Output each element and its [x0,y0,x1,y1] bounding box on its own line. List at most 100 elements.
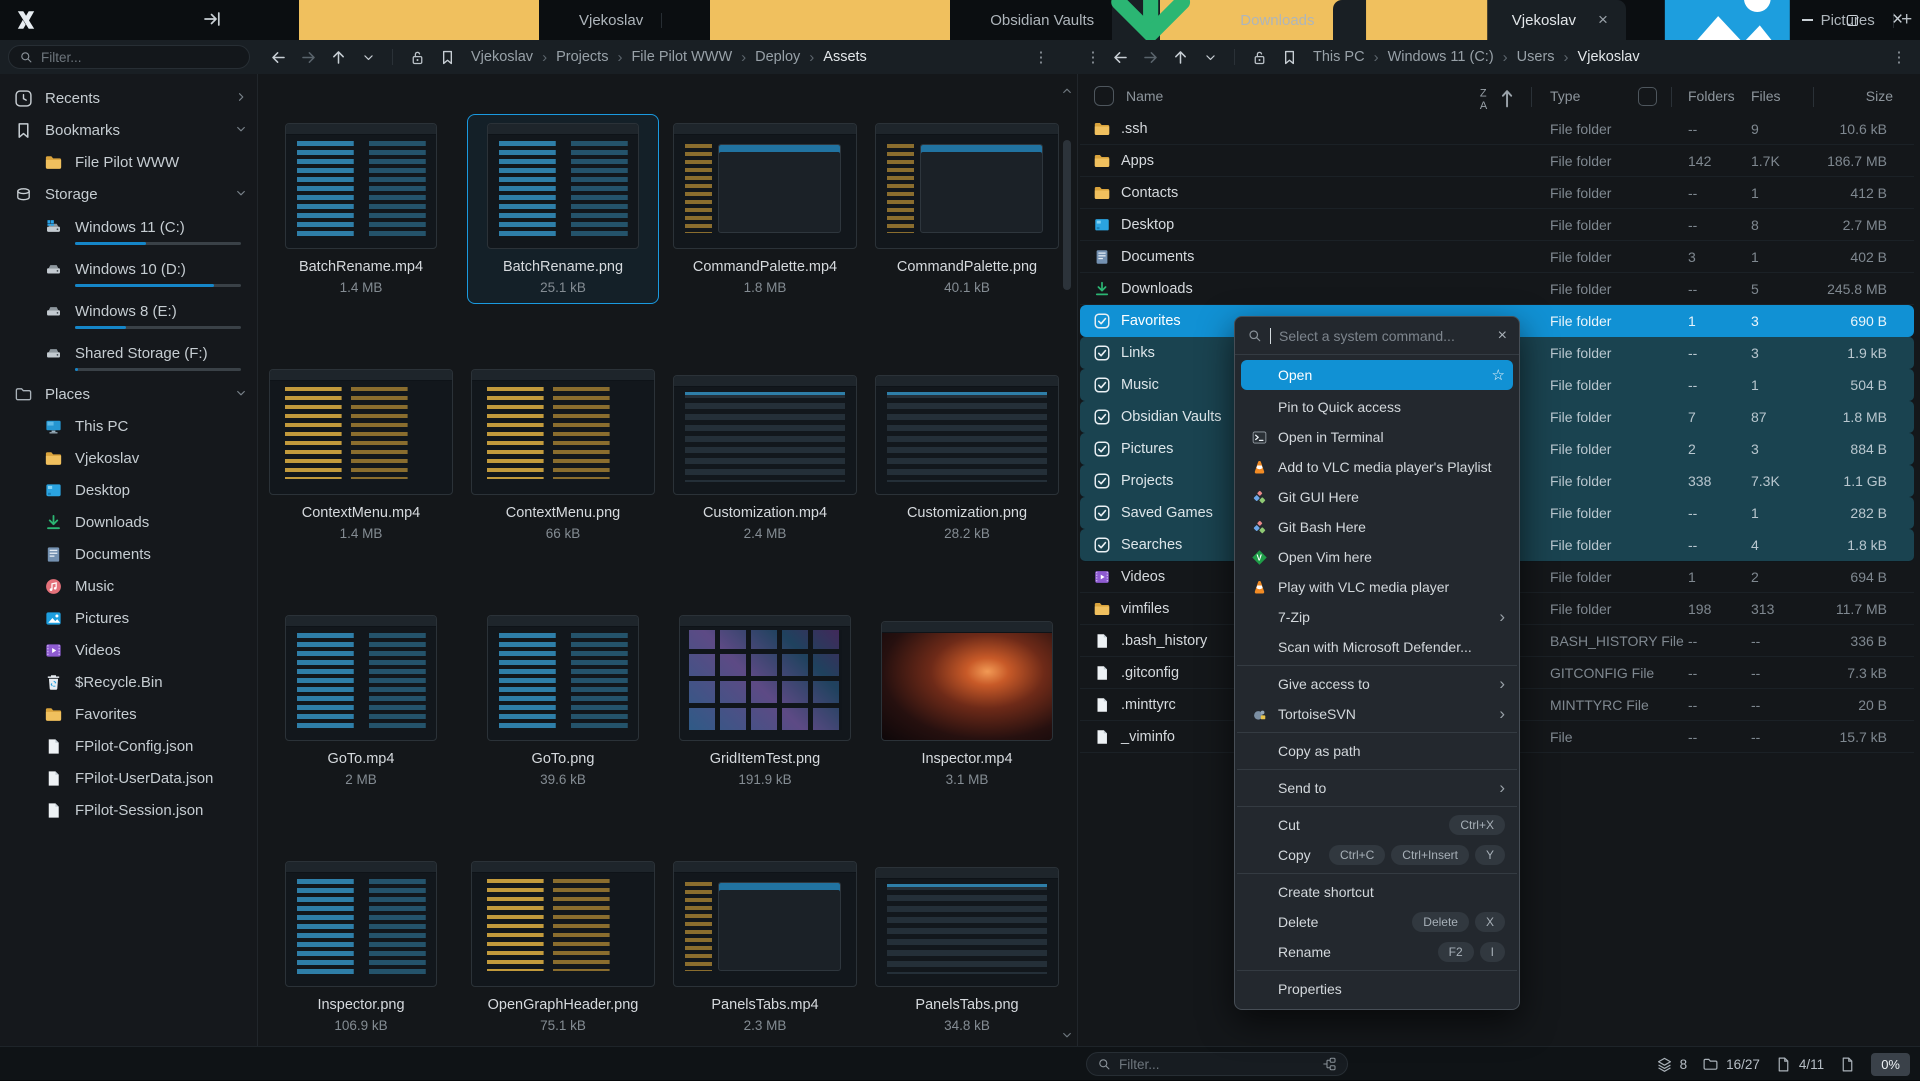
minimize-button[interactable] [1785,0,1830,40]
grid-item-customization-mp4[interactable]: Customization.mp42.4 MB [669,360,861,550]
menu-item-7-zip[interactable]: 7-Zip› [1241,602,1513,632]
close-tab-icon[interactable]: × [1586,10,1608,30]
star-icon[interactable]: ☆ [1492,366,1505,384]
sidebar-item-pictures[interactable]: Pictures [0,602,257,634]
breadcrumb-segment-windows-11-c[interactable]: Windows 11 (C:) [1388,49,1494,65]
chevron-down-icon[interactable] [235,386,247,403]
column-header-name[interactable]: Name [1126,88,1163,104]
sidebar-item-this-pc[interactable]: This PC [0,410,257,442]
menu-item-pin-to-quick-access[interactable]: Pin to Quick access [1241,392,1513,422]
sidebar-item-recycle-bin[interactable]: $Recycle.Bin [0,666,257,698]
grid-item-inspector-mp4[interactable]: Inspector.mp43.1 MB [871,606,1063,796]
maximize-button[interactable] [1830,0,1875,40]
forward-button[interactable] [1136,44,1164,70]
menu-item-copy-as-path[interactable]: Copy as path [1241,736,1513,766]
sidebar-item-shared-storage-f[interactable]: Shared Storage (F:) [0,336,257,378]
sidebar-item-file-pilot-www[interactable]: File Pilot WWW [0,146,257,178]
sidebar-item-bookmarks[interactable]: Bookmarks [0,114,257,146]
pane-menu-icon[interactable]: ⋮ [1030,48,1052,66]
grid-item-griditemtest-png[interactable]: GridItemTest.png191.9 kB [669,606,861,796]
menu-item-create-shortcut[interactable]: Create shortcut [1241,877,1513,907]
table-row-apps[interactable]: AppsFile folder1421.7K186.7 MB [1080,145,1914,177]
back-button[interactable] [1106,44,1134,70]
menu-item-open-in-terminal[interactable]: Open in Terminal [1241,422,1513,452]
sidebar-item-windows-8-e[interactable]: Windows 8 (E:) [0,294,257,336]
middle-scrollbar[interactable] [1058,74,1076,1046]
grid-item-batchrename-mp4[interactable]: BatchRename.mp41.4 MB [265,114,457,304]
menu-item-git-gui-here[interactable]: Git GUI Here [1241,482,1513,512]
sort-order-icon[interactable]: ZA [1476,85,1520,109]
sidebar-item-windows-11-c[interactable]: Windows 11 (C:) [0,210,257,252]
bookmark-icon[interactable] [1275,44,1303,70]
tab-vjekoslav[interactable]: Vjekoslav [251,0,661,40]
lock-icon[interactable] [403,44,431,70]
menu-item-properties[interactable]: Properties [1241,974,1513,1004]
sidebar-item-favorites[interactable]: Favorites [0,698,257,730]
grid-item-contextmenu-mp4[interactable]: ContextMenu.mp41.4 MB [265,360,457,550]
grid-item-customization-png[interactable]: Customization.png28.2 kB [871,360,1063,550]
grid-item-goto-png[interactable]: GoTo.png39.6 kB [467,606,659,796]
column-header-files[interactable]: Files [1751,88,1781,104]
breadcrumb-segment-assets[interactable]: Assets [823,49,867,65]
column-header-type[interactable]: Type [1550,88,1580,104]
breadcrumb-segment-projects[interactable]: Projects [556,49,608,65]
grid-item-commandpalette-png[interactable]: CommandPalette.png40.1 kB [871,114,1063,304]
menu-item-play-with-vlc-media-player[interactable]: Play with VLC media player [1241,572,1513,602]
menu-item-scan-with-microsoft-defender[interactable]: Scan with Microsoft Defender... [1241,632,1513,662]
sidebar-item-places[interactable]: Places [0,378,257,410]
pane-menu-icon[interactable]: ⋮ [1082,48,1104,66]
grid-item-inspector-png[interactable]: Inspector.png106.9 kB [265,852,457,1042]
chevron-right-icon[interactable] [235,90,247,107]
select-all-checkbox[interactable] [1094,86,1114,106]
table-row-downloads[interactable]: DownloadsFile folder--5245.8 MB [1080,273,1914,305]
type-filter-checkbox[interactable] [1638,87,1657,106]
menu-item-copy[interactable]: CopyCtrl+CCtrl+InsertY [1241,840,1513,870]
menu-item-give-access-to[interactable]: Give access to› [1241,669,1513,699]
list-filter-input[interactable]: Filter... [1086,1052,1348,1076]
sidebar-item-storage[interactable]: Storage [0,178,257,210]
table-row-ssh[interactable]: .sshFile folder--910.6 kB [1080,113,1914,145]
scroll-down-icon[interactable] [1061,1028,1073,1040]
breadcrumb-segment-users[interactable]: Users [1517,49,1555,65]
table-row-documents[interactable]: DocumentsFile folder31402 B [1080,241,1914,273]
tab-downloads[interactable]: Downloads [1053,0,1333,40]
grid-item-goto-mp4[interactable]: GoTo.mp42 MB [265,606,457,796]
lock-icon[interactable] [1245,44,1273,70]
scroll-up-icon[interactable] [1061,84,1073,96]
chevron-down-icon[interactable] [235,122,247,139]
sidebar-item-windows-10-d[interactable]: Windows 10 (D:) [0,252,257,294]
grid-item-contextmenu-png[interactable]: ContextMenu.png66 kB [467,360,659,550]
breadcrumb-segment-deploy[interactable]: Deploy [755,49,800,65]
sidebar-item-recents[interactable]: Recents [0,82,257,114]
sidebar-item-vjekoslav[interactable]: Vjekoslav [0,442,257,474]
column-header-folders[interactable]: Folders [1688,88,1735,104]
table-row-desktop[interactable]: DesktopFile folder--82.7 MB [1080,209,1914,241]
grid-item-panelstabs-mp4[interactable]: PanelsTabs.mp42.3 MB [669,852,861,1042]
grid-item-batchrename-png[interactable]: BatchRename.png25.1 kB [467,114,659,304]
sidebar-collapse-icon[interactable] [202,9,228,31]
bookmark-icon[interactable] [433,44,461,70]
command-search-input[interactable]: Select a system command... × [1235,317,1519,355]
menu-item-rename[interactable]: RenameF2I [1241,937,1513,967]
sidebar-item-fpilot-config-json[interactable]: FPilot-Config.json [0,730,257,762]
sidebar-item-fpilot-userdata-json[interactable]: FPilot-UserData.json [0,762,257,794]
menu-item-open[interactable]: Open☆ [1241,360,1513,390]
menu-item-tortoisesvn[interactable]: TortoiseSVN› [1241,699,1513,729]
sidebar-item-music[interactable]: Music [0,570,257,602]
grid-item-opengraphheader-png[interactable]: OpenGraphHeader.png75.1 kB [467,852,659,1042]
sidebar-item-fpilot-session-json[interactable]: FPilot-Session.json [0,794,257,826]
forward-button[interactable] [294,44,322,70]
close-window-button[interactable]: × [1875,0,1920,40]
table-row-contacts[interactable]: ContactsFile folder--1412 B [1080,177,1914,209]
breadcrumb-segment-file-pilot-www[interactable]: File Pilot WWW [631,49,732,65]
up-button[interactable] [324,44,352,70]
back-button[interactable] [264,44,292,70]
scrollbar-thumb[interactable] [1063,140,1071,290]
history-dropdown-icon[interactable] [1196,44,1224,70]
up-button[interactable] [1166,44,1194,70]
breadcrumb-segment-vjekoslav[interactable]: Vjekoslav [1578,49,1640,65]
tab-obsidian-vaults[interactable]: Obsidian Vaults [662,0,1112,40]
history-dropdown-icon[interactable] [354,44,382,70]
sidebar-item-documents[interactable]: Documents [0,538,257,570]
sidebar-item-downloads[interactable]: Downloads [0,506,257,538]
